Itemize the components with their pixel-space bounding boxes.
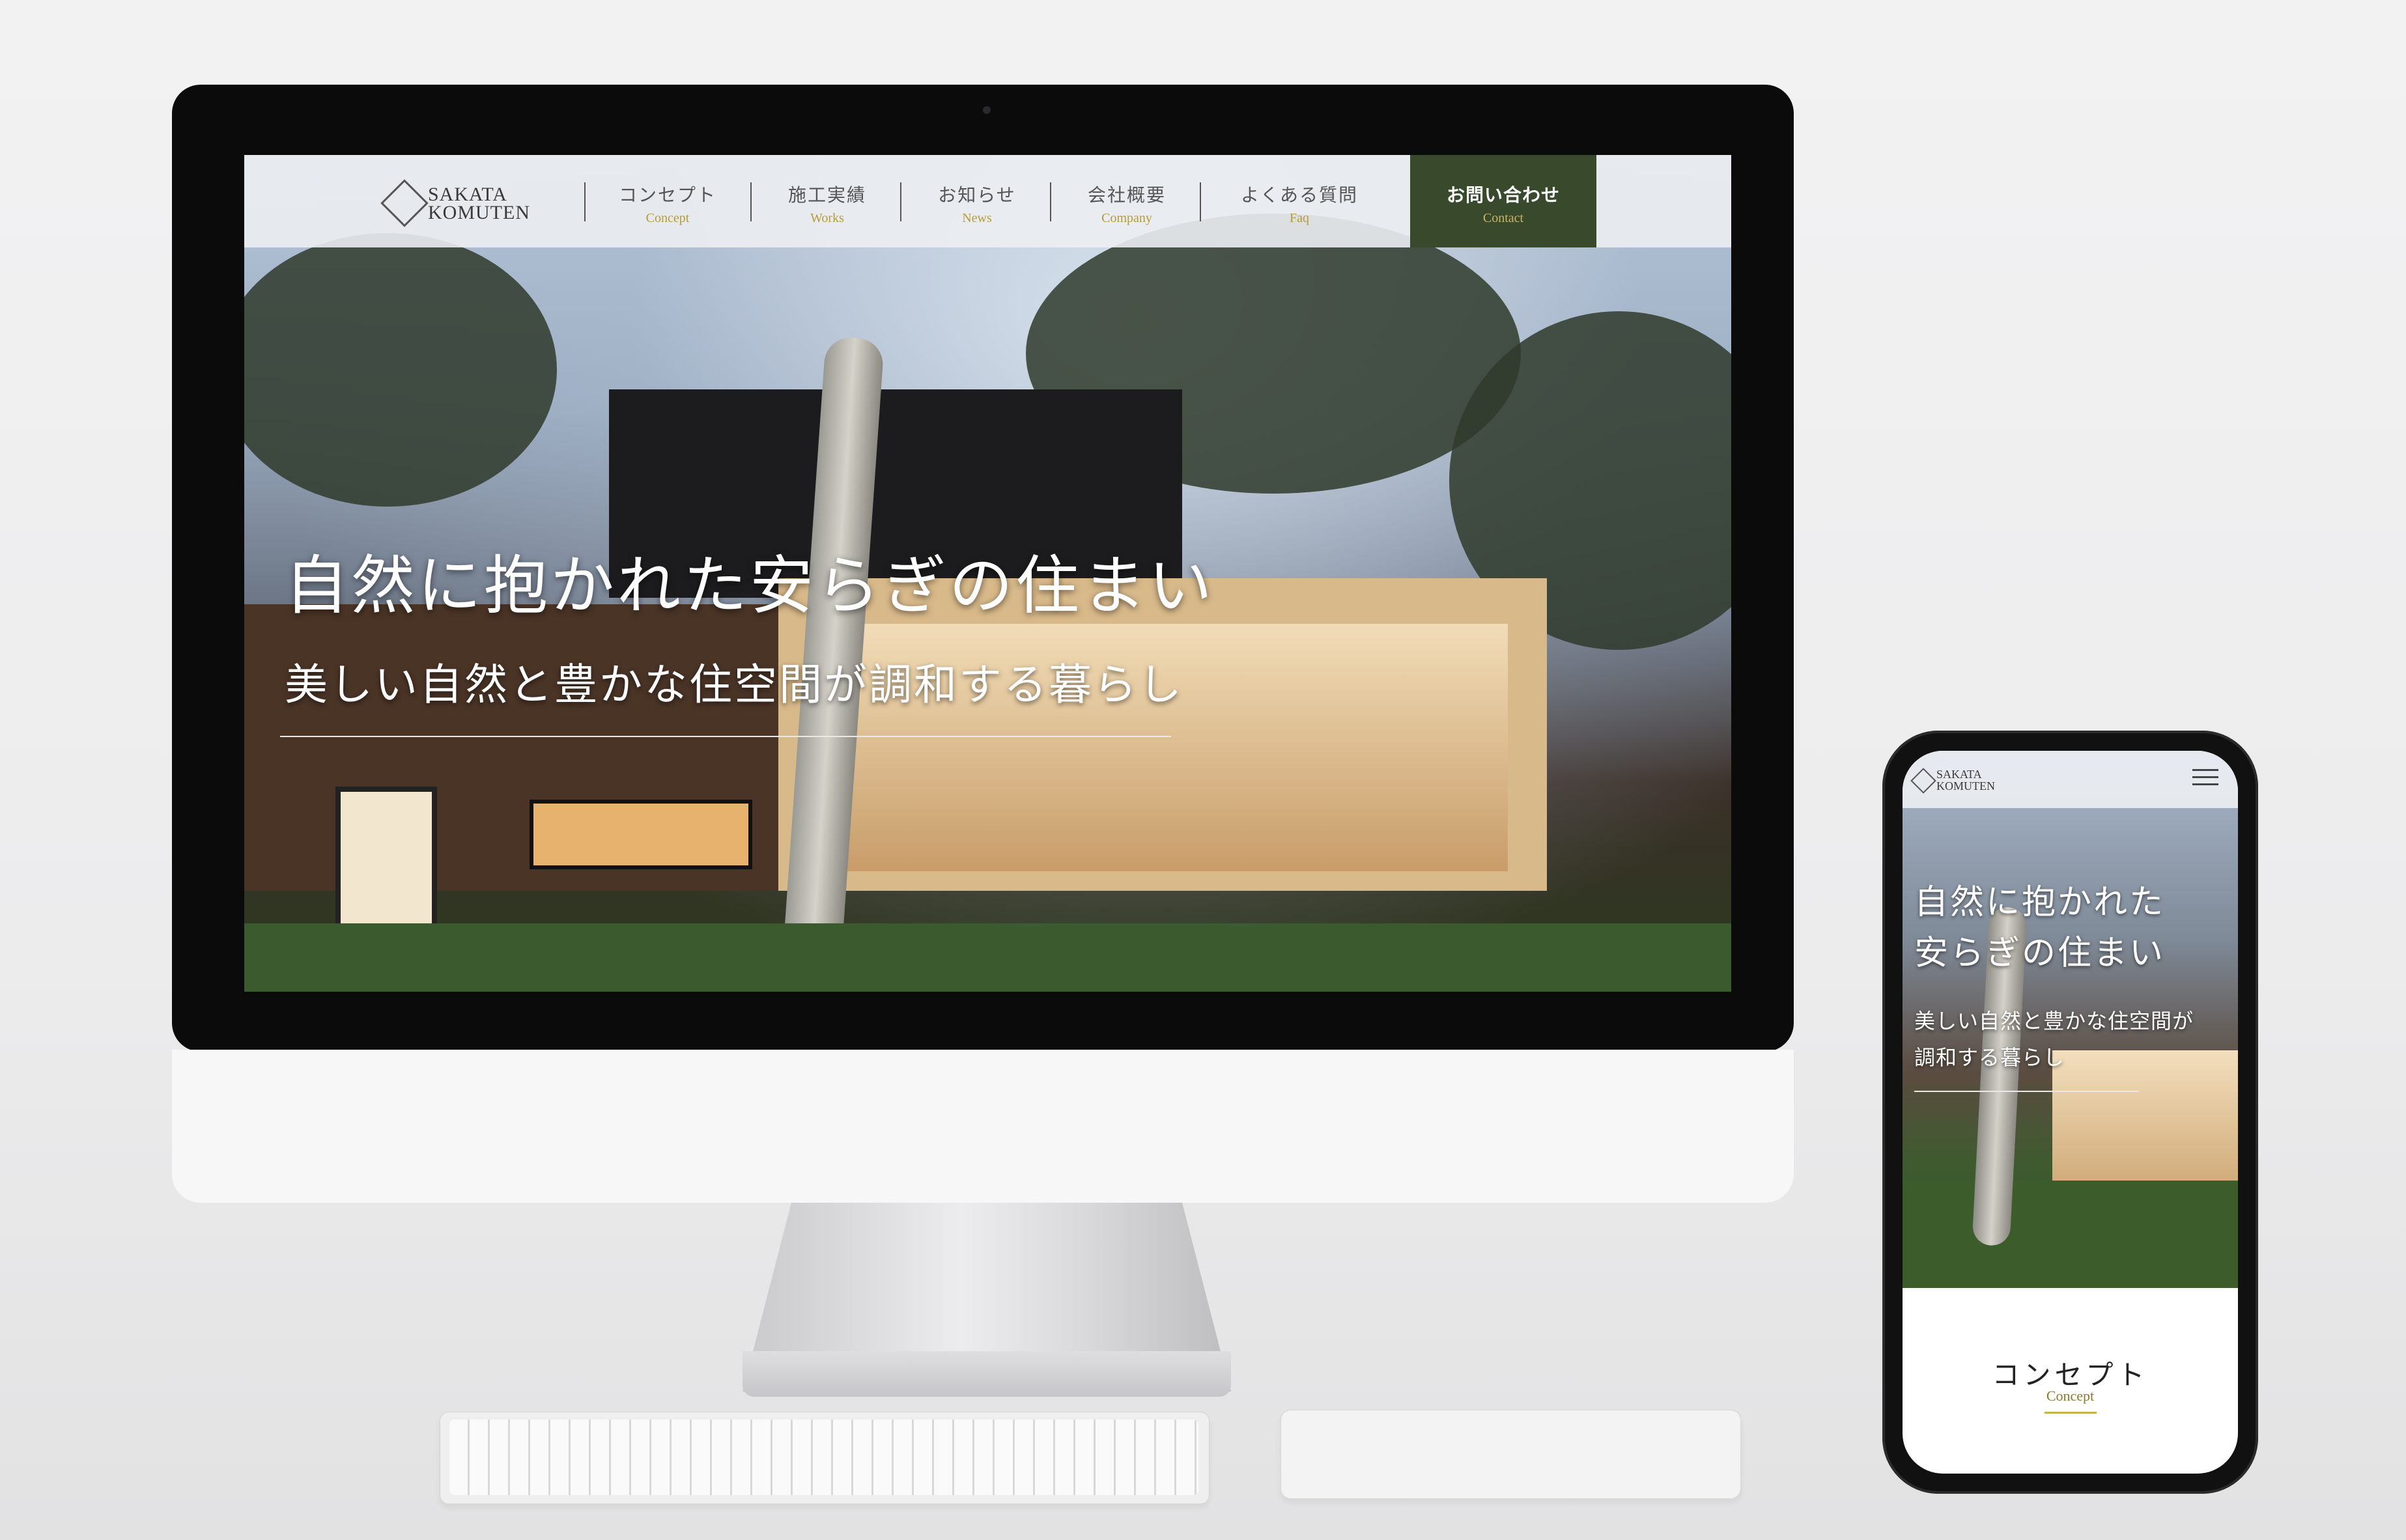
nav-divider xyxy=(1050,182,1051,221)
nav-item-label: お知らせ xyxy=(938,186,1016,206)
nav-divider xyxy=(584,182,586,221)
nav-item-company[interactable]: 会社概要 Company xyxy=(1052,155,1202,247)
nav-divider xyxy=(900,182,901,221)
nav-item-works[interactable]: 施工実績 Works xyxy=(752,155,902,247)
nav-item-sublabel: Faq xyxy=(1290,211,1309,225)
contact-button[interactable]: お問い合わせ Contact xyxy=(1410,155,1596,247)
hamburger-menu-icon[interactable] xyxy=(2192,769,2218,790)
logo-text-line2[interactable]: KOMUTEN xyxy=(428,202,530,224)
mobile-hero-title-line1: 自然に抱かれた xyxy=(1914,884,2166,921)
contact-button-sublabel: Contact xyxy=(1482,211,1524,225)
nav-item-label: コンセプト xyxy=(618,186,716,206)
mobile-hero-sub-line2: 調和する暮らし xyxy=(1914,1046,2065,1069)
mobile-hero-title-line2: 安らぎの住まい xyxy=(1914,935,2166,972)
contact-button-label: お問い合わせ xyxy=(1446,186,1560,206)
lawn xyxy=(244,923,1731,992)
nav-item-sublabel: Works xyxy=(810,211,844,225)
nav-item-faq[interactable]: よくある質問 Faq xyxy=(1215,155,1384,247)
nav-divider xyxy=(750,182,752,221)
imac-chin xyxy=(172,1050,1794,1203)
concept-underline xyxy=(2045,1412,2097,1414)
nav-item-sublabel: Concept xyxy=(645,211,690,225)
nav-item-sublabel: News xyxy=(962,211,992,225)
trackpad xyxy=(1281,1410,1741,1499)
house-window xyxy=(530,800,752,869)
nav-item-label: 施工実績 xyxy=(787,186,866,206)
concept-section-subtitle: Concept xyxy=(2046,1388,2095,1404)
nav-item-sublabel: Company xyxy=(1101,211,1152,225)
camera-icon xyxy=(983,106,991,114)
hero-divider xyxy=(280,736,1171,737)
desktop-screen: SAKATA KOMUTEN コンセプト Concept 施工実績 Works … xyxy=(244,155,1731,992)
nav-item-label: よくある質問 xyxy=(1240,186,1358,206)
logo-text-line2[interactable]: KOMUTEN xyxy=(1936,779,1995,793)
hero-title: 自然に抱かれた安らぎの住まい xyxy=(285,552,1215,622)
nav-item-concept[interactable]: コンセプト Concept xyxy=(593,155,743,247)
mobile-hero-divider xyxy=(1914,1091,2139,1092)
mobile-hero-sub-line1: 美しい自然と豊かな住空間が xyxy=(1914,1009,2194,1033)
mobile-screen: SAKATA KOMUTEN 自然に抱かれた 安らぎの住まい 美しい自然と豊かな… xyxy=(1903,751,2238,1474)
nav-item-label: 会社概要 xyxy=(1087,186,1166,206)
imac-stand-base xyxy=(743,1351,1231,1397)
nav-item-news[interactable]: お知らせ News xyxy=(902,155,1052,247)
keyboard-keys xyxy=(449,1420,1198,1495)
nav-divider xyxy=(1200,182,1201,221)
hero-subtitle: 美しい自然と豊かな住空間が調和する暮らし xyxy=(285,662,1183,709)
concept-section-title: コンセプト xyxy=(1992,1361,2149,1391)
lawn xyxy=(1903,1181,2238,1288)
